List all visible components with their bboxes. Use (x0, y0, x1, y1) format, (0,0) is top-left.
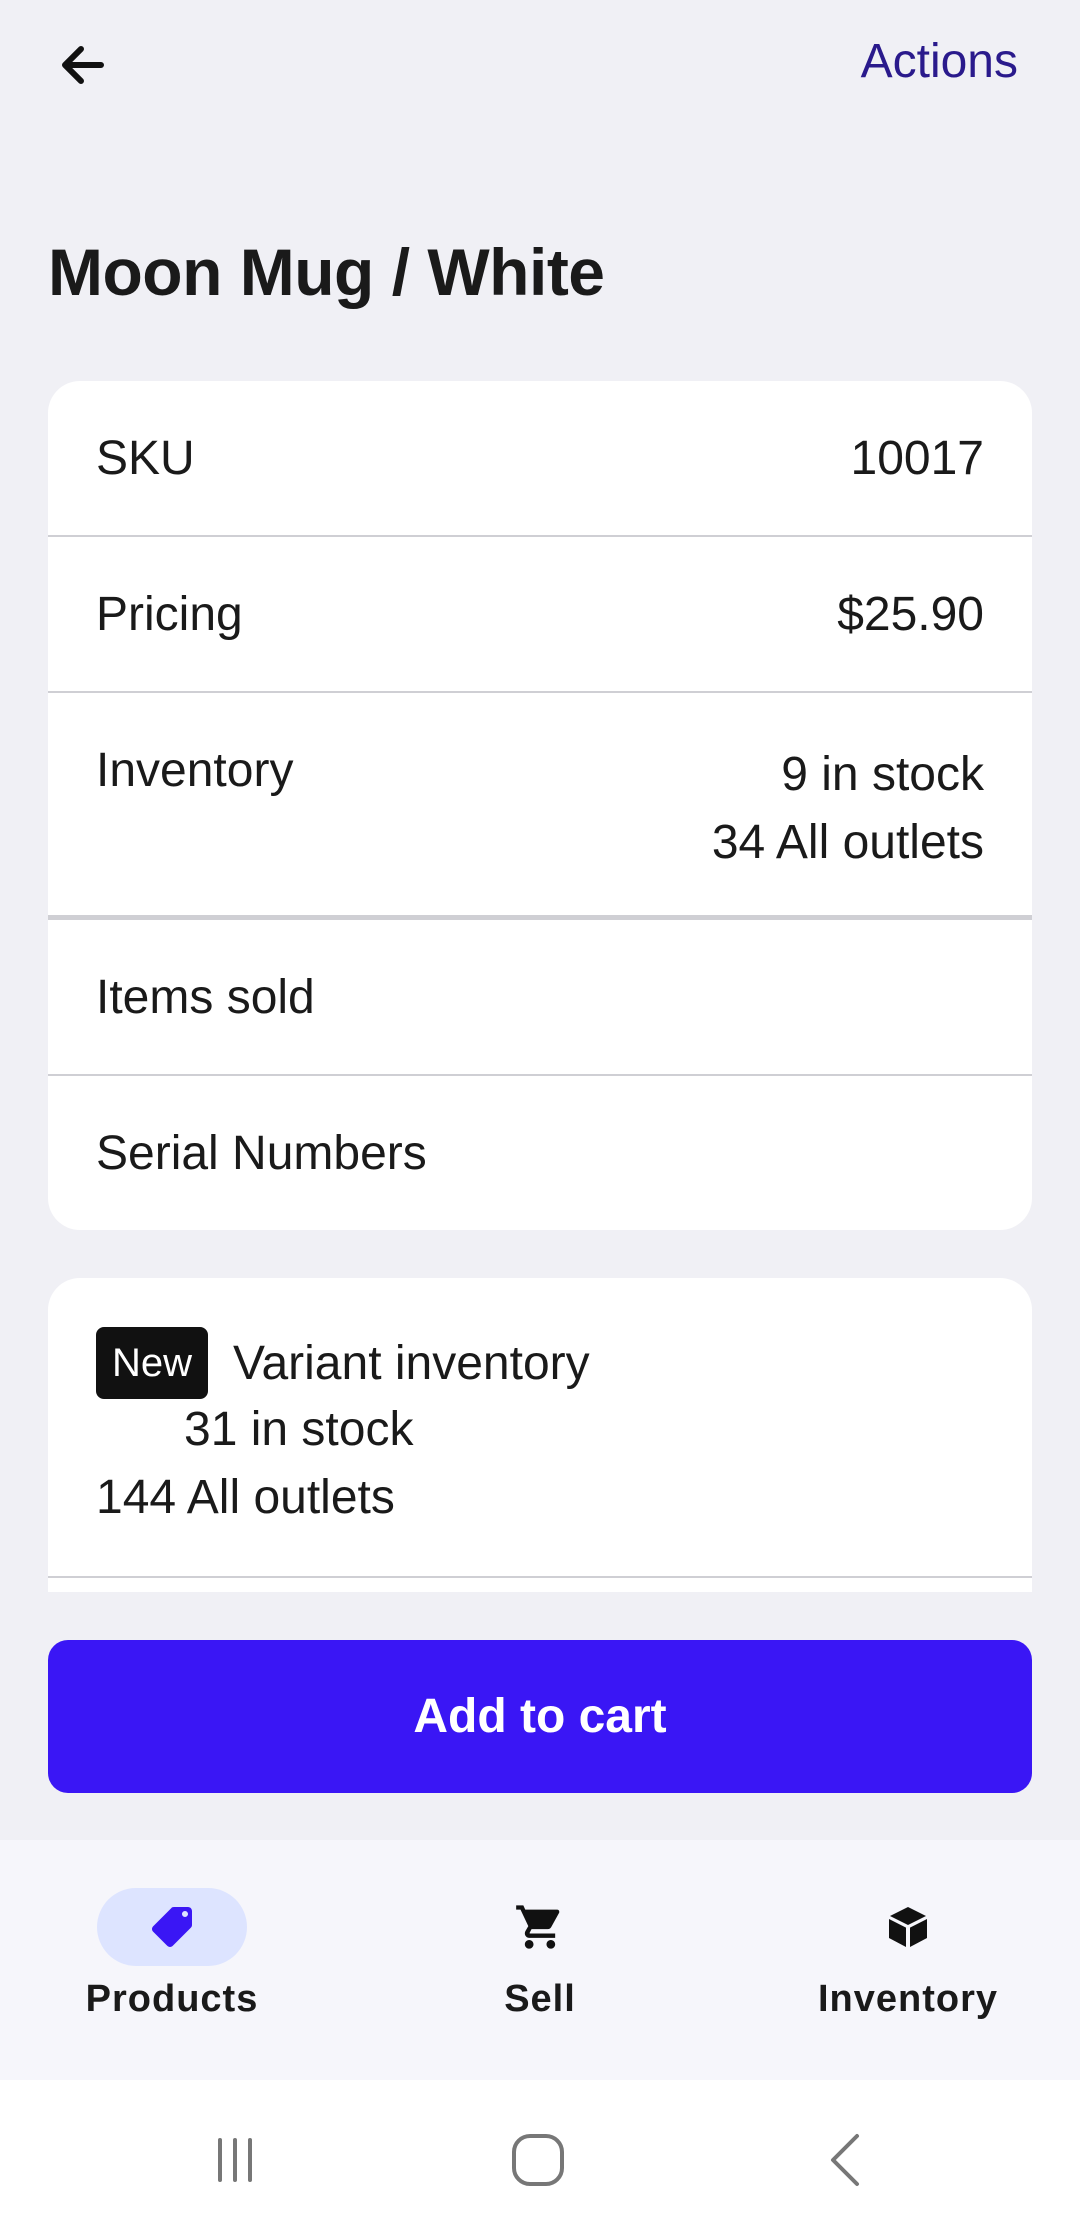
bottom-nav: Products Sell Inventory (0, 1840, 1080, 2080)
sku-label: SKU (96, 432, 195, 485)
system-nav-bar (0, 2080, 1080, 2225)
home-button[interactable] (508, 2130, 568, 2190)
box-icon (889, 1907, 927, 1947)
variant-inventory-title: Variant inventory (233, 1337, 590, 1390)
page-title: Moon Mug / White (48, 235, 605, 309)
items-sold-row[interactable]: Items sold (48, 920, 1032, 1076)
home-icon (512, 2134, 564, 2186)
sku-row: SKU 10017 (48, 381, 1032, 537)
nav-label-inventory: Inventory (817, 1978, 999, 2020)
add-to-cart-button[interactable]: Add to cart (48, 1640, 1032, 1793)
divider (48, 1576, 1032, 1578)
system-back-button[interactable] (815, 2130, 875, 2190)
nav-label-sell: Sell (504, 1978, 576, 2020)
variant-outlets: 144 All outlets (96, 1471, 395, 1524)
inventory-label: Inventory (96, 744, 294, 797)
cart-icon (516, 1905, 560, 1949)
nav-item-inventory[interactable]: Inventory (778, 1888, 1038, 2021)
inventory-value: 9 in stock 34 All outlets (712, 741, 984, 877)
inventory-outlets: 34 All outlets (711, 816, 984, 869)
tag-icon (152, 1907, 192, 1947)
pricing-value: $25.90 (837, 588, 984, 641)
serial-numbers-row[interactable]: Serial Numbers (48, 1076, 1032, 1230)
nav-item-sell[interactable]: Sell (410, 1888, 670, 2021)
pricing-label: Pricing (96, 588, 243, 641)
inventory-stock: 9 in stock (781, 748, 984, 801)
active-pill (97, 1888, 247, 1966)
chevron-left-icon (831, 2134, 859, 2186)
variant-stock: 31 in stock (184, 1403, 414, 1456)
variant-inventory-card[interactable]: New Variant inventory 31 in stock 144 Al… (48, 1278, 1032, 1592)
nav-label-products: Products (85, 1978, 259, 2020)
items-sold-label: Items sold (96, 971, 315, 1024)
recents-button[interactable] (205, 2130, 265, 2190)
serial-numbers-label: Serial Numbers (96, 1127, 427, 1180)
actions-link[interactable]: Actions (861, 32, 1018, 92)
inventory-row[interactable]: Inventory 9 in stock 34 All outlets (48, 693, 1032, 920)
nav-icon-wrap (833, 1888, 983, 1966)
recents-icon (218, 2138, 252, 2182)
back-button[interactable] (48, 30, 118, 100)
nav-icon-wrap (465, 1888, 615, 1966)
top-bar: Actions (0, 0, 1080, 130)
arrow-left-icon (62, 46, 104, 84)
sku-value: 10017 (850, 432, 984, 485)
new-badge: New (96, 1327, 208, 1399)
nav-item-products[interactable]: Products (42, 1888, 302, 2021)
pricing-row[interactable]: Pricing $25.90 (48, 537, 1032, 693)
product-details-card: SKU 10017 Pricing $25.90 Inventory 9 in … (48, 381, 1032, 1230)
